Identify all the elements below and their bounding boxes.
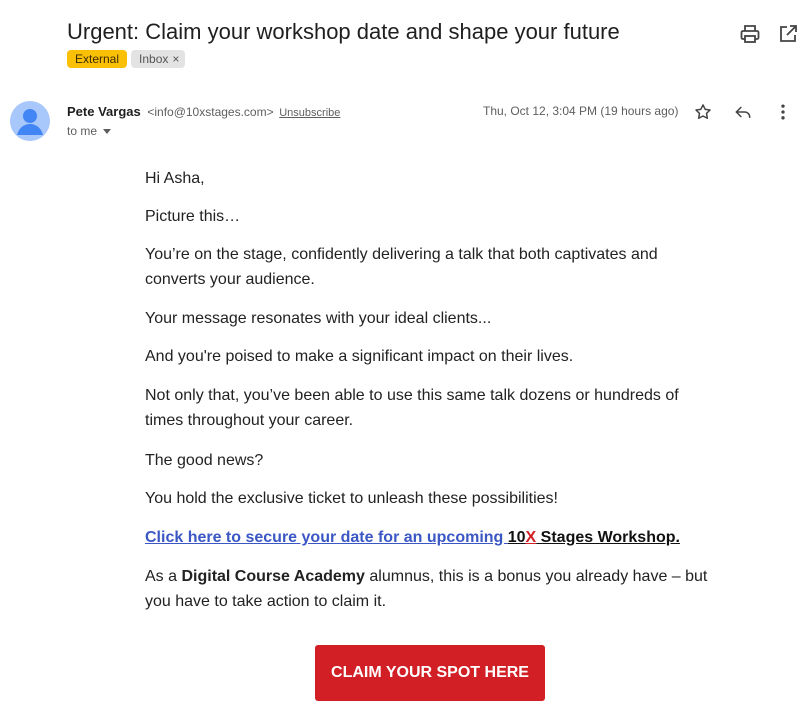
email-date: Thu, Oct 12, 3:04 PM (19 hours ago) xyxy=(483,104,679,118)
email-subject: Urgent: Claim your workshop date and sha… xyxy=(67,19,620,44)
external-label: External xyxy=(67,50,128,68)
recipient-details[interactable]: to me xyxy=(67,124,112,138)
paragraph-picture-this: Picture this… xyxy=(145,208,241,225)
remove-label-icon[interactable]: × xyxy=(172,52,179,66)
avatar-icon xyxy=(17,109,43,135)
sender-line: Pete Vargas <info@10xstages.com> Unsubsc… xyxy=(67,104,340,119)
label-chips: External Inbox × xyxy=(67,50,189,70)
avatar xyxy=(10,101,50,141)
paragraph-good-news: The good news? xyxy=(145,452,264,469)
workshop-link[interactable]: Click here to secure your date for an up… xyxy=(145,525,745,550)
star-icon[interactable] xyxy=(693,102,713,122)
more-vert-icon[interactable] xyxy=(773,102,793,122)
sender-name: Pete Vargas xyxy=(67,104,141,119)
greeting: Hi Asha, xyxy=(145,170,205,187)
recipient-text: to me xyxy=(67,124,98,138)
subject-row: Urgent: Claim your workshop date and sha… xyxy=(67,16,808,50)
inbox-label: Inbox × xyxy=(131,50,186,68)
reply-icon[interactable] xyxy=(733,102,753,122)
paragraph-alumnus: As a Digital Course Academy alumnus, thi… xyxy=(145,564,720,614)
workshop-link-stages[interactable]: Stages Workshop. xyxy=(536,529,680,546)
paragraph-poised-impact: And you're poised to make a significant … xyxy=(145,348,574,365)
unsubscribe-link[interactable]: Unsubscribe xyxy=(279,107,340,119)
chevron-down-icon[interactable] xyxy=(103,129,112,135)
top-actions xyxy=(728,22,808,50)
paragraph-message-resonates: Your message resonates with your ideal c… xyxy=(145,310,492,327)
print-icon[interactable] xyxy=(738,22,762,46)
open-in-new-window-icon[interactable] xyxy=(776,22,800,46)
paragraph-exclusive-ticket: You hold the exclusive ticket to unleash… xyxy=(145,490,558,507)
tenx-logo-ten[interactable]: 10 xyxy=(508,529,526,546)
sender-email: <info@10xstages.com> xyxy=(147,105,274,119)
claim-spot-button[interactable]: CLAIM YOUR SPOT HERE xyxy=(315,645,545,701)
workshop-link-text[interactable]: Click here to secure your date for an up… xyxy=(145,529,508,546)
academy-name: Digital Course Academy xyxy=(181,568,365,585)
paragraph-same-talk: Not only that, you’ve been able to use t… xyxy=(145,387,679,429)
alumnus-pre: As a xyxy=(145,568,182,585)
inbox-label-text: Inbox xyxy=(139,52,169,66)
paragraph-on-stage: You’re on the stage, confidently deliver… xyxy=(145,246,658,288)
tenx-logo-x[interactable]: X xyxy=(526,529,537,546)
